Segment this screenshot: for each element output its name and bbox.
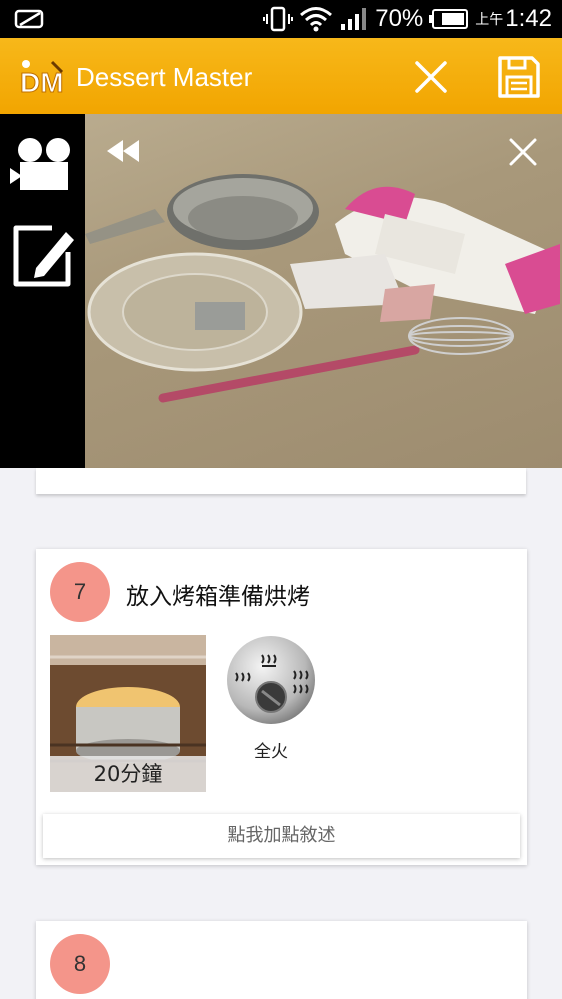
battery-icon: [429, 9, 469, 29]
clock: 1:42: [505, 5, 552, 32]
step-duration: 20分鐘: [50, 756, 206, 792]
close-icon[interactable]: [410, 56, 452, 98]
add-description-button[interactable]: 點我加點敘述: [43, 814, 520, 858]
heat-mode-label: 全火: [254, 742, 288, 762]
step-card: 8: [36, 921, 527, 999]
edit-note-icon[interactable]: [8, 218, 78, 292]
close-icon[interactable]: [505, 134, 541, 170]
step-photo[interactable]: 20分鐘: [50, 635, 206, 792]
video-camera-icon[interactable]: [8, 130, 78, 202]
app-title: Dessert Master: [76, 62, 253, 92]
side-tool-panel: [0, 114, 85, 468]
time-prefix: 上午: [475, 12, 504, 28]
rewind-icon[interactable]: [103, 136, 143, 166]
step-number-badge: 8: [50, 934, 110, 994]
step-number-badge: 7: [50, 562, 110, 622]
battery-percent: 70%: [375, 5, 424, 32]
screen-record-icon: [14, 9, 44, 29]
step-title: 放入烤箱準備烘烤: [126, 584, 310, 610]
oven-heat-dial-icon: [227, 636, 315, 724]
previous-step-card: [36, 468, 526, 494]
save-icon[interactable]: [494, 52, 544, 102]
app-logo: DM: [20, 60, 64, 98]
app-bar: DM Dessert Master: [0, 38, 562, 114]
ingredient-photo: [85, 114, 562, 468]
step-card: 7 放入烤箱準備烘烤 20分鐘 全火 點我加點敘述: [36, 549, 527, 865]
vibrate-icon: [263, 6, 294, 32]
ingredient-photo-art: [85, 174, 560, 403]
status-bar: 70% 上午 1:42: [0, 0, 562, 38]
wifi-icon: [300, 7, 333, 32]
svg-text:DM: DM: [20, 67, 64, 98]
signal-icon: [341, 8, 367, 30]
